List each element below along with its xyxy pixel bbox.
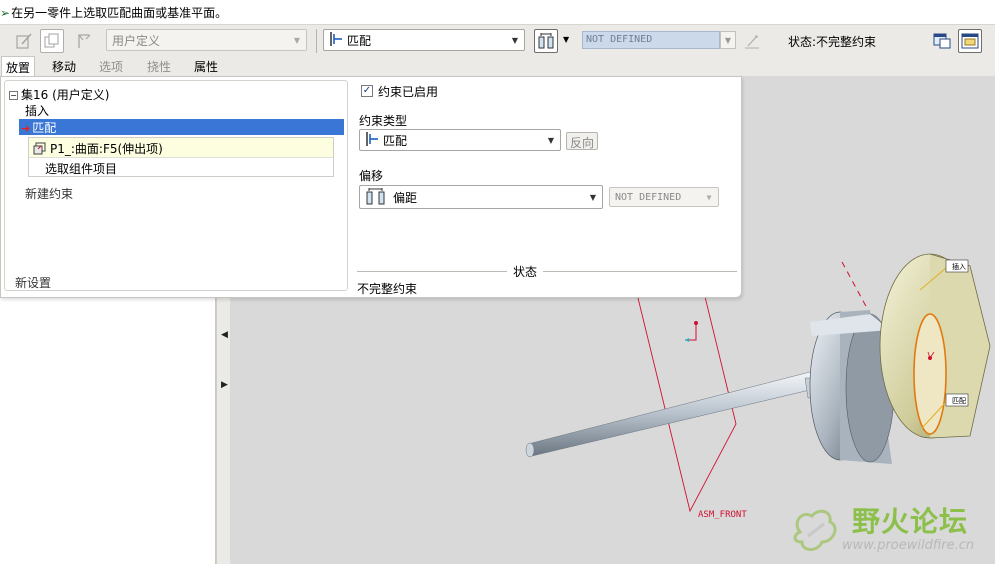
constraint-combo[interactable]: 匹配 ▼	[323, 29, 525, 51]
enabled-label: 约束已启用	[378, 85, 439, 99]
insert-row[interactable]: 插入	[25, 102, 49, 118]
separate-window-icon[interactable]	[930, 29, 954, 53]
tab-flexibility[interactable]: 挠性	[147, 56, 171, 76]
tab-move[interactable]: 移动	[52, 56, 76, 76]
status-divider	[357, 271, 737, 272]
message-bar: ➢在另一零件上选取匹配曲面或基准平面。	[0, 0, 995, 24]
type-combo[interactable]: 用户定义 ▼	[106, 29, 307, 51]
watermark: 野火论坛 www.proewildfire.cn	[786, 496, 995, 564]
status-value: 不完整约束	[357, 282, 418, 296]
chevron-down-icon[interactable]: ▼	[720, 31, 736, 49]
shaft	[527, 371, 819, 457]
chevron-down-icon: ▼	[589, 192, 597, 202]
offset-caption: 偏移	[359, 169, 384, 183]
chevron-down-icon: ▼	[511, 35, 519, 45]
collapse-icon[interactable]: −	[9, 91, 18, 100]
offset-type-combo[interactable]: 偏距 ▼	[359, 185, 603, 209]
new-constraint-link[interactable]: 新建约束	[25, 185, 73, 201]
enabled-checkbox[interactable]: ✓	[361, 85, 373, 97]
constraint-type-value: 匹配	[383, 133, 408, 148]
highlighted-surface	[913, 313, 947, 435]
datum-plane	[637, 267, 737, 513]
new-set-link[interactable]: 新设置	[15, 274, 51, 290]
logo-icon	[793, 509, 837, 551]
selected-label: 匹配	[32, 121, 57, 135]
flip-icon[interactable]	[740, 29, 764, 53]
tab-options[interactable]: 选项	[99, 56, 123, 76]
flip-button[interactable]: 反向	[566, 132, 599, 150]
watermark-title: 野火论坛	[852, 505, 969, 538]
chevron-down-icon[interactable]: ▼	[563, 35, 569, 44]
selected-arrow-icon: ➔	[21, 122, 31, 135]
offset-value-text: NOT DEFINED	[615, 191, 682, 203]
watermark-url: www.proewildfire.cn	[842, 538, 975, 553]
tab-placement[interactable]: 放置	[1, 56, 36, 76]
offset-type-button[interactable]	[534, 29, 558, 53]
constraint-type-combo[interactable]: 匹配 ▼	[359, 129, 561, 151]
tag-insert: 插入	[952, 263, 966, 271]
collapse-left-icon[interactable]: ◀	[221, 330, 228, 340]
main-window-icon[interactable]	[958, 29, 982, 53]
coordinate-triad-icon	[685, 321, 698, 342]
chevron-down-icon: ▼	[293, 35, 301, 45]
status-caption: 状态	[507, 263, 544, 280]
status-text: 状态:不完整约束	[788, 35, 877, 49]
datum-label: ASM_FRONT	[698, 510, 747, 520]
reference-1-text: P1_:曲面:F5(伸出项)	[50, 142, 163, 156]
tab-properties[interactable]: 属性	[194, 56, 218, 76]
dashboard-tabs: 放置 移动 选项 挠性 属性	[0, 56, 995, 76]
message-arrow-icon: ➢	[0, 6, 11, 20]
offset-value-field[interactable]: NOT DEFINED	[582, 31, 720, 49]
mate-icon	[365, 131, 379, 150]
chevron-down-icon: ▼	[706, 192, 712, 202]
constraint-arrow-icon[interactable]	[72, 29, 96, 53]
reference-row-1[interactable]: P1_:曲面:F5(伸出项)	[29, 138, 333, 158]
offset-type-value: 偏距	[393, 190, 418, 205]
set-label: 集16 (用户定义)	[21, 88, 110, 102]
type-combo-value: 用户定义	[112, 33, 161, 48]
placement-panel: − 集16 (用户定义) 插入 ➔ 匹配 P1_:曲面:F5(伸出项) 选取组件项目…	[0, 76, 742, 298]
type-caption: 约束类型	[359, 114, 408, 128]
part-icon	[33, 141, 47, 158]
toolbar-separator	[316, 29, 317, 53]
offset-icon	[365, 187, 387, 208]
message-text: 在另一零件上选取匹配曲面或基准平面。	[11, 6, 228, 20]
reference-row-2[interactable]: 选取组件项目	[29, 158, 333, 177]
chevron-down-icon: ▼	[547, 135, 555, 145]
constraint-combo-value: 匹配	[347, 33, 372, 48]
copy-icon[interactable]	[40, 29, 64, 53]
constraint-row-selected[interactable]: ➔ 匹配	[19, 119, 344, 135]
model-tree-panel	[0, 296, 216, 564]
panel-splitter[interactable]: ◀ ▶	[216, 296, 230, 564]
edit-icon[interactable]	[12, 29, 36, 53]
offset-value-combo[interactable]: NOT DEFINED ▼	[609, 187, 719, 207]
dashboard-toolbar: 用户定义 ▼ 匹配 ▼ ▼ NOT DEFINED ▼ 状态:不完整约束	[0, 24, 995, 56]
mate-icon	[329, 31, 343, 50]
set-row[interactable]: − 集16 (用户定义)	[9, 86, 109, 102]
reference-box: P1_:曲面:F5(伸出项) 选取组件项目	[28, 137, 334, 177]
expand-right-icon[interactable]: ▶	[221, 380, 228, 390]
constraint-properties: ✓ 约束已启用 约束类型 匹配 ▼ 反向 偏移 偏距 ▼ NOT DEFINED…	[357, 77, 741, 297]
constraint-set-list: − 集16 (用户定义) 插入 ➔ 匹配 P1_:曲面:F5(伸出项) 选取组件项目…	[4, 80, 348, 291]
tag-match: 匹配	[952, 397, 966, 405]
